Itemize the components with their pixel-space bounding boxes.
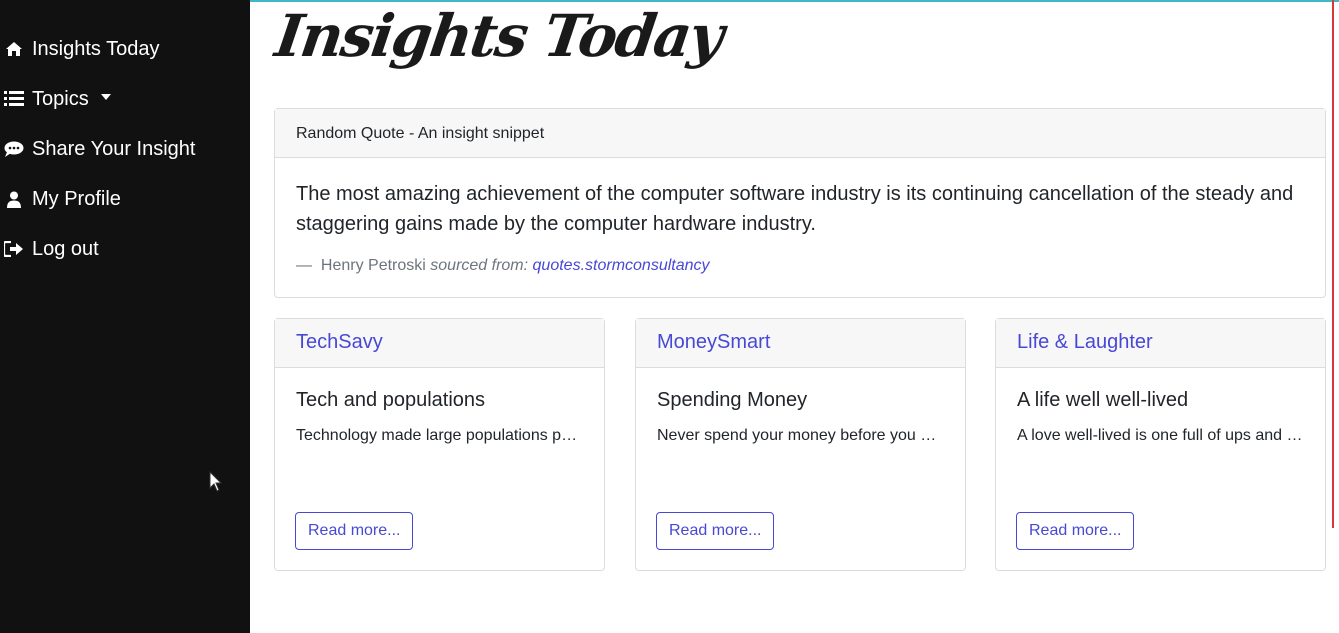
user-icon	[4, 189, 24, 209]
topic-card-title: Spending Money	[657, 389, 808, 411]
read-more-button[interactable]: Read more...	[295, 512, 414, 550]
topic-card-title: Tech and populations	[296, 389, 486, 411]
sidebar-item-label: My Profile	[32, 187, 121, 210]
quote-card: Random Quote - An insight snippet The mo…	[274, 108, 1326, 298]
sidebar-item-insights-today[interactable]: Insights Today	[0, 31, 250, 67]
quote-dash: —	[296, 257, 312, 274]
sidebar-item-label: Share Your Insight	[32, 137, 196, 160]
quote-author: Henry Petroski	[320, 257, 426, 274]
topic-card-excerpt: Never spend your money before you have i…	[657, 427, 945, 444]
topic-card-header-link[interactable]: MoneySmart	[636, 319, 965, 368]
topic-card-title: A life well well-lived	[1017, 389, 1189, 411]
quote-source-label: sourced from:	[430, 257, 529, 274]
topic-card-header-link[interactable]: TechSavy	[275, 319, 604, 368]
sidebar-item-label: Insights Today	[32, 37, 160, 60]
sidebar-item-label: Log out	[32, 237, 99, 260]
quote-source-link[interactable]: quotes.stormconsultancy	[533, 257, 710, 274]
sidebar-item-my-profile[interactable]: My Profile	[0, 181, 250, 217]
quote-card-header: Random Quote - An insight snippet	[275, 109, 1325, 158]
topic-card: Life & Laughter A life well well-lived A…	[995, 318, 1326, 571]
read-more-button[interactable]: Read more...	[656, 512, 775, 550]
list-icon	[4, 89, 24, 109]
topic-card: TechSavy Tech and populations Technology…	[274, 318, 605, 571]
quote-text: The most amazing achievement of the comp…	[296, 183, 1294, 235]
sidebar-item-topics[interactable]: Topics	[0, 81, 250, 117]
sidebar-item-label: Topics	[32, 87, 89, 110]
read-more-button[interactable]: Read more...	[1016, 512, 1135, 550]
topic-card-excerpt: Technology made large populations possib…	[296, 427, 584, 444]
comment-icon	[4, 139, 24, 159]
sidebar: Insights Today Topics Share Your Insight…	[0, 0, 250, 633]
topic-card: MoneySmart Spending Money Never spend yo…	[635, 318, 966, 571]
caret-down-icon	[100, 94, 111, 100]
sidebar-item-share-your-insight[interactable]: Share Your Insight	[0, 131, 250, 167]
sidebar-item-log-out[interactable]: Log out	[0, 231, 250, 267]
topic-card-excerpt: A love well-lived is one full of ups and…	[1017, 427, 1305, 444]
mouse-cursor-icon	[209, 470, 223, 498]
page-title: Insights Today	[271, 2, 727, 70]
home-icon	[4, 39, 24, 59]
topic-card-header-link[interactable]: Life & Laughter	[996, 319, 1325, 368]
main-content: Insights Today Random Quote - An insight…	[250, 0, 1339, 633]
right-edge-marker	[1332, 0, 1334, 528]
quote-attribution: — Henry Petroski sourced from: quotes.st…	[296, 257, 710, 275]
sign-out-icon	[4, 239, 24, 259]
